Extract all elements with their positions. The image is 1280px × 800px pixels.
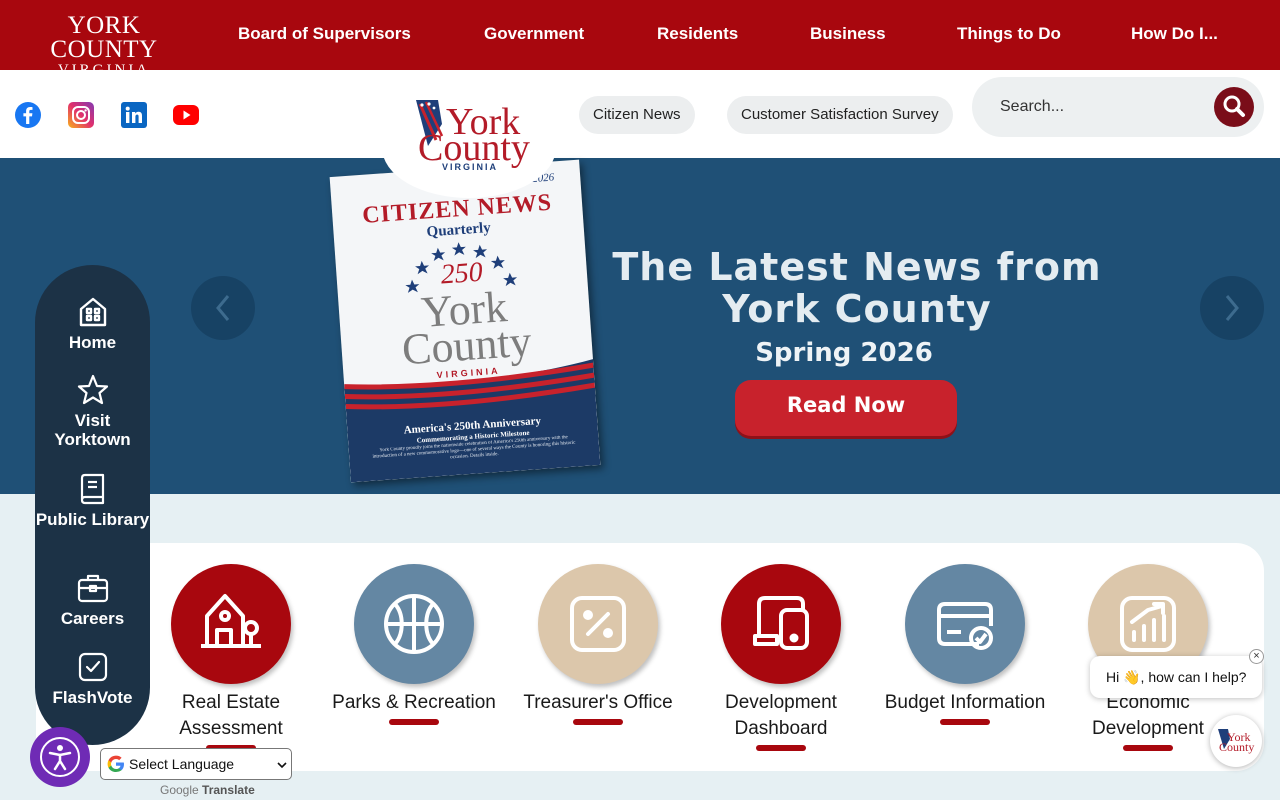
budget-information-button[interactable] bbox=[905, 564, 1025, 684]
chat-avatar-button[interactable]: York County bbox=[1210, 715, 1262, 767]
chat-close-button[interactable]: × bbox=[1249, 649, 1264, 664]
hero-title-line2: York County bbox=[722, 287, 992, 331]
percent-icon bbox=[570, 596, 626, 652]
brand-name: YORK COUNTY bbox=[50, 12, 158, 63]
parks-recreation-underline bbox=[389, 719, 439, 725]
powered-by-google-translate: Google Translate bbox=[160, 783, 255, 797]
citizen-news-link[interactable]: Citizen News bbox=[579, 96, 695, 134]
svg-text:County: County bbox=[1219, 740, 1254, 754]
hero-subtitle: Spring 2026 bbox=[755, 338, 933, 368]
search-button[interactable] bbox=[1214, 87, 1254, 127]
facebook-icon[interactable] bbox=[15, 102, 41, 128]
nav-business[interactable]: Business bbox=[810, 24, 886, 44]
treasurers-office-label[interactable]: Treasurer's Office bbox=[507, 690, 689, 716]
briefcase-icon bbox=[77, 574, 108, 603]
nav-government[interactable]: Government bbox=[484, 24, 584, 44]
chevron-down-icon bbox=[277, 762, 287, 769]
brand-logo[interactable]: YORK COUNTY VIRGINIA bbox=[14, 12, 194, 78]
house-icon bbox=[201, 594, 261, 648]
book-icon bbox=[80, 473, 104, 505]
accessibility-button[interactable] bbox=[30, 727, 90, 787]
checkbox-icon bbox=[78, 652, 107, 682]
language-select[interactable]: Select Language bbox=[100, 748, 292, 780]
accessibility-icon bbox=[40, 737, 80, 777]
side-navigation: Home Visit Yorktown Public Library Caree… bbox=[35, 265, 150, 745]
instagram-icon[interactable] bbox=[68, 102, 94, 128]
google-g-icon bbox=[107, 755, 124, 772]
home-icon bbox=[79, 297, 106, 327]
parks-recreation-label[interactable]: Parks & Recreation bbox=[323, 690, 505, 716]
citizen-news-magazine-cover[interactable]: Spring 2026 CITIZEN NEWS Quarterly 250 Y… bbox=[329, 159, 601, 483]
real-estate-assessment-button[interactable] bbox=[171, 564, 291, 684]
linkedin-icon[interactable] bbox=[121, 102, 147, 128]
side-nav-home-label: Home bbox=[68, 333, 117, 352]
side-nav-visit-yorktown[interactable]: Visit Yorktown bbox=[35, 373, 150, 449]
side-nav-home[interactable]: Home bbox=[35, 295, 150, 352]
star-icon bbox=[77, 374, 108, 405]
google-wordmark: Google bbox=[160, 783, 199, 797]
budget-information-label[interactable]: Budget Information bbox=[874, 690, 1056, 716]
youtube-icon[interactable] bbox=[173, 105, 199, 125]
side-nav-public-library[interactable]: Public Library bbox=[35, 472, 150, 529]
parks-recreation-button[interactable] bbox=[354, 564, 474, 684]
economic-development-underline bbox=[1123, 745, 1173, 751]
logo-virginia: VIRGINIA bbox=[442, 162, 499, 172]
development-dashboard-label[interactable]: Development Dashboard bbox=[690, 690, 872, 742]
read-now-button[interactable]: Read Now bbox=[735, 380, 957, 436]
nav-things-to-do[interactable]: Things to Do bbox=[957, 24, 1061, 44]
customer-satisfaction-survey-link[interactable]: Customer Satisfaction Survey bbox=[727, 96, 953, 134]
logo-county: County bbox=[418, 127, 530, 169]
chevron-right-icon bbox=[1225, 295, 1239, 321]
side-nav-careers-label: Careers bbox=[60, 609, 125, 628]
devices-icon bbox=[753, 596, 809, 650]
nav-how-do-i[interactable]: How Do I... bbox=[1131, 24, 1218, 44]
slider-prev-button[interactable] bbox=[191, 276, 255, 340]
nav-residents[interactable]: Residents bbox=[657, 24, 738, 44]
treasurers-office-underline bbox=[573, 719, 623, 725]
side-nav-visit-yorktown-label: Visit Yorktown bbox=[54, 411, 131, 449]
top-navigation: YORK COUNTY VIRGINIA Board of Supervisor… bbox=[0, 0, 1280, 78]
search-box bbox=[972, 77, 1264, 137]
language-select-label: Select Language bbox=[129, 756, 235, 772]
county-logo-icon: York County bbox=[1218, 729, 1254, 754]
search-input[interactable] bbox=[1000, 93, 1200, 121]
chevron-left-icon bbox=[216, 295, 230, 321]
county-logo[interactable]: York County VIRGINIA bbox=[382, 86, 556, 198]
real-estate-assessment-label[interactable]: Real Estate Assessment bbox=[140, 690, 322, 742]
basketball-icon bbox=[384, 594, 444, 654]
development-dashboard-underline bbox=[756, 745, 806, 751]
hero-title: The Latest News from York County bbox=[590, 246, 1124, 330]
slider-next-button[interactable] bbox=[1200, 276, 1264, 340]
side-nav-flashvote-label: FlashVote bbox=[52, 688, 133, 707]
translate-wordmark: Translate bbox=[202, 783, 255, 797]
hero-title-line1: The Latest News from bbox=[612, 245, 1102, 289]
credit-card-icon bbox=[937, 602, 993, 650]
budget-information-underline bbox=[940, 719, 990, 725]
side-nav-flashvote[interactable]: FlashVote bbox=[35, 650, 150, 707]
search-icon bbox=[1223, 95, 1245, 117]
side-nav-careers[interactable]: Careers bbox=[35, 571, 150, 628]
chat-greeting-bubble[interactable]: Hi 👋, how can I help? bbox=[1090, 656, 1262, 698]
treasurers-office-button[interactable] bbox=[538, 564, 658, 684]
development-dashboard-button[interactable] bbox=[721, 564, 841, 684]
side-nav-public-library-label: Public Library bbox=[35, 510, 150, 529]
utility-bar: Citizen News Customer Satisfaction Surve… bbox=[0, 70, 1280, 158]
nav-board-of-supervisors[interactable]: Board of Supervisors bbox=[238, 24, 411, 44]
